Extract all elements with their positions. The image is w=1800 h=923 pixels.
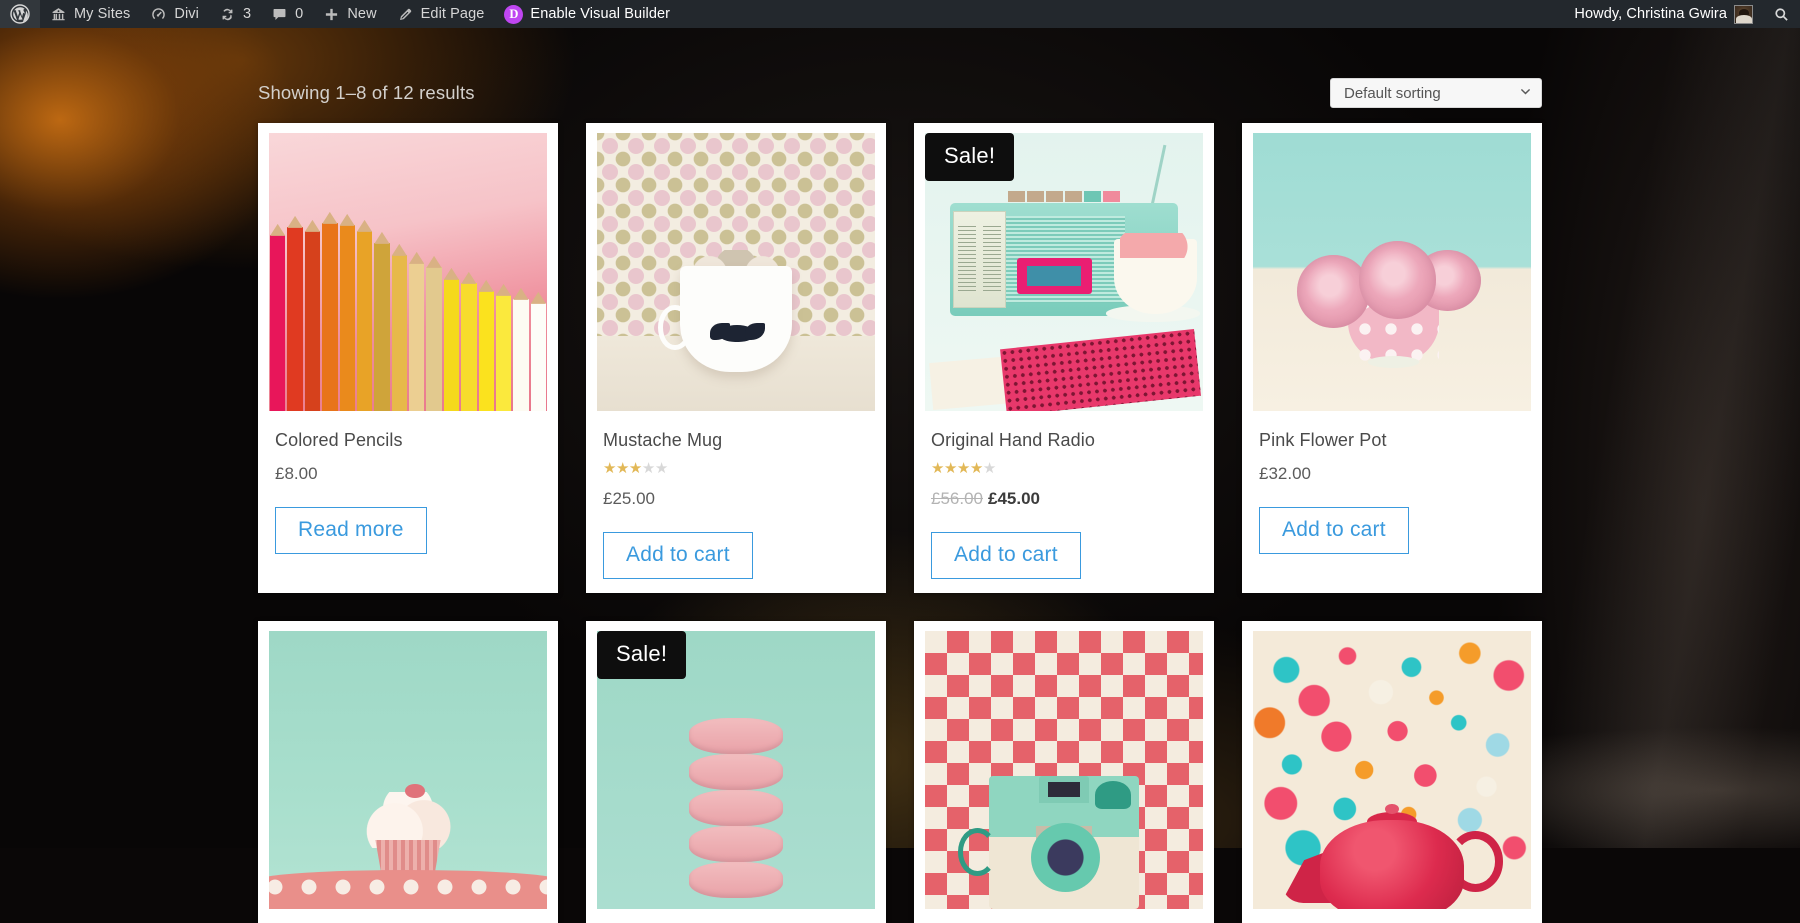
product-card[interactable]: Mustache Mug ★★★★★ £25.00 Add to cart — [586, 123, 886, 593]
add-to-cart-button[interactable]: Add to cart — [603, 532, 753, 579]
product-price: £56.00 £45.00 — [931, 489, 1203, 509]
sorting-selected-value: Default sorting — [1344, 85, 1441, 102]
product-title[interactable]: Colored Pencils — [275, 430, 547, 451]
product-price: £32.00 — [1259, 464, 1531, 484]
product-thumbnail-wrap[interactable] — [1253, 631, 1531, 909]
updates-icon — [219, 6, 236, 23]
product-price: £25.00 — [603, 489, 875, 509]
plus-icon — [323, 6, 340, 23]
product-card[interactable] — [1242, 621, 1542, 923]
enable-visual-builder-label: Enable Visual Builder — [530, 6, 670, 22]
product-price: £8.00 — [275, 464, 547, 484]
my-account-menu[interactable]: Howdy, Christina Gwira — [1564, 0, 1763, 28]
product-title[interactable]: Mustache Mug — [603, 430, 875, 451]
star-icon: ★ — [603, 460, 616, 477]
product-price-value: £32.00 — [1259, 464, 1311, 483]
product-card[interactable] — [914, 621, 1214, 923]
sale-badge: Sale! — [925, 133, 1014, 181]
product-card[interactable]: Pink Flower Pot £32.00 Add to cart — [1242, 123, 1542, 593]
divi-circle-icon: D — [504, 5, 523, 24]
product-image-mustache-mug — [597, 133, 875, 411]
result-count: Showing 1–8 of 12 results — [258, 82, 475, 104]
avatar — [1734, 5, 1753, 24]
sorting-select[interactable]: Default sorting — [1330, 78, 1542, 108]
chevron-down-icon — [1519, 85, 1532, 102]
divi-dashboard-icon — [150, 6, 167, 23]
my-sites-menu[interactable]: My Sites — [40, 0, 140, 28]
search-button[interactable] — [1763, 0, 1800, 28]
product-rating: ★★★★★ — [931, 461, 1203, 476]
wordpress-logo-icon — [10, 4, 30, 24]
product-title[interactable]: Original Hand Radio — [931, 430, 1203, 451]
comments-count: 0 — [295, 6, 303, 22]
search-icon — [1773, 6, 1790, 23]
product-thumbnail-wrap[interactable] — [597, 133, 875, 411]
new-content-menu[interactable]: New — [313, 0, 386, 28]
product-thumbnail-wrap[interactable]: Sale! — [597, 631, 875, 909]
shop-page: Showing 1–8 of 12 results Default sortin… — [0, 28, 1800, 848]
shop-toolbar: Showing 1–8 of 12 results Default sortin… — [258, 78, 1542, 108]
product-card[interactable]: Sale! Original Hand Radio ★★★★★ — [914, 123, 1214, 593]
wordpress-admin-bar: My Sites Divi 3 0 — [0, 0, 1800, 28]
enable-visual-builder-button[interactable]: D Enable Visual Builder — [494, 0, 680, 28]
star-icon: ★ — [931, 460, 944, 477]
product-price-value: £8.00 — [275, 464, 318, 483]
comments-icon — [271, 6, 288, 23]
product-thumbnail-wrap[interactable]: Sale! — [925, 133, 1203, 411]
product-thumbnail-wrap[interactable] — [1253, 133, 1531, 411]
product-image-cupcake — [269, 631, 547, 909]
my-sites-icon — [50, 6, 67, 23]
updates-count: 3 — [243, 6, 251, 22]
product-thumbnail-wrap[interactable] — [269, 133, 547, 411]
star-icon: ★ — [616, 460, 629, 477]
wordpress-logo-menu[interactable] — [0, 0, 40, 28]
product-image-mint-camera — [925, 631, 1203, 909]
divi-label: Divi — [174, 6, 199, 22]
greeting-label: Howdy, Christina Gwira — [1574, 6, 1727, 22]
product-thumbnail-wrap[interactable] — [269, 631, 547, 909]
product-thumbnail-wrap[interactable] — [925, 631, 1203, 909]
comments-menu[interactable]: 0 — [261, 0, 313, 28]
adminbar-right-group: Howdy, Christina Gwira — [1564, 0, 1800, 28]
star-icon: ★ — [655, 460, 668, 477]
edit-page-label: Edit Page — [421, 6, 485, 22]
star-icon: ★ — [957, 460, 970, 477]
product-card[interactable] — [258, 621, 558, 923]
star-icon: ★ — [970, 460, 983, 477]
pencil-icon — [397, 6, 414, 23]
star-icon: ★ — [629, 460, 642, 477]
product-regular-price: £56.00 — [931, 489, 983, 508]
product-image-red-teapot — [1253, 631, 1531, 909]
star-icon: ★ — [944, 460, 957, 477]
product-image-pink-roses-bowl — [1253, 133, 1531, 411]
product-action-button[interactable]: Read more — [275, 507, 427, 554]
edit-page-link[interactable]: Edit Page — [387, 0, 495, 28]
star-icon: ★ — [642, 460, 655, 477]
new-content-label: New — [347, 6, 376, 22]
product-grid: Colored Pencils £8.00 Read more Mustache… — [258, 123, 1542, 923]
updates-menu[interactable]: 3 — [209, 0, 261, 28]
my-sites-label: My Sites — [74, 6, 130, 22]
product-title[interactable]: Pink Flower Pot — [1259, 430, 1531, 451]
sale-badge: Sale! — [597, 631, 686, 679]
product-price-value: £25.00 — [603, 489, 655, 508]
add-to-cart-button[interactable]: Add to cart — [931, 532, 1081, 579]
product-card[interactable]: Sale! — [586, 621, 886, 923]
divi-dashboard-menu[interactable]: Divi — [140, 0, 209, 28]
product-card[interactable]: Colored Pencils £8.00 Read more — [258, 123, 558, 593]
add-to-cart-button[interactable]: Add to cart — [1259, 507, 1409, 554]
product-sale-price: £45.00 — [988, 489, 1040, 508]
product-rating: ★★★★★ — [603, 461, 875, 476]
star-icon: ★ — [983, 460, 996, 477]
product-image-colored-pencils — [269, 133, 547, 411]
